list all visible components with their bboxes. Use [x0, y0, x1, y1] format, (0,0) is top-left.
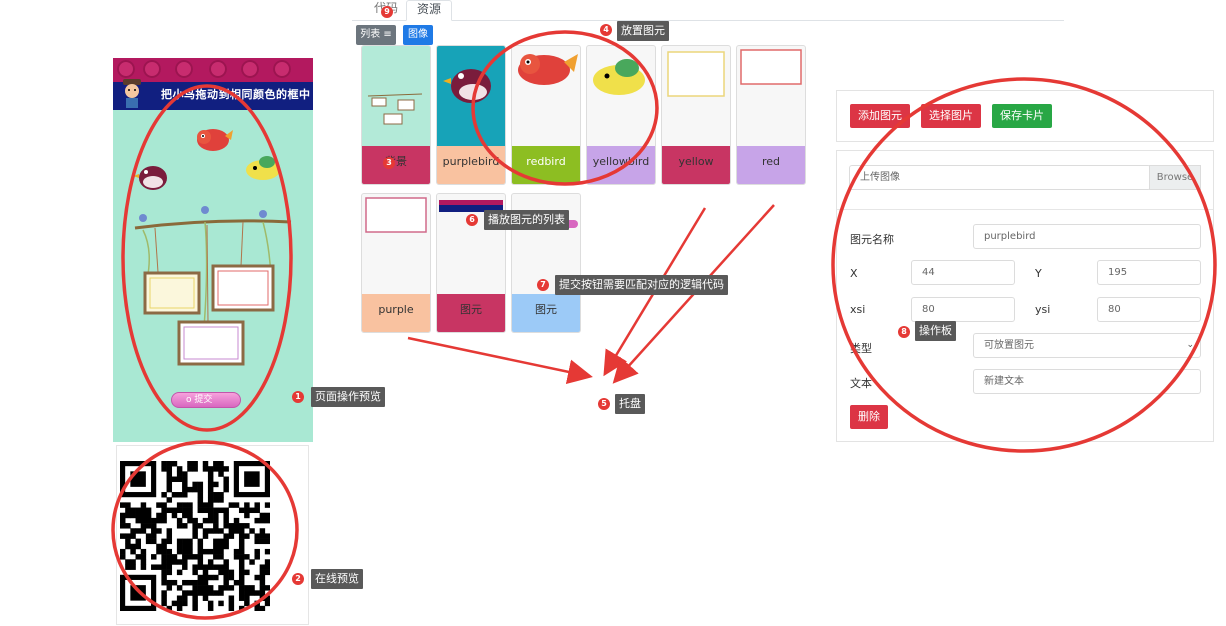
- yellow-bird-icon[interactable]: [246, 156, 280, 180]
- annotation-badge-1: 1: [292, 391, 304, 403]
- preview-title: 把小鸟拖动到相同颜色的框中: [161, 88, 311, 101]
- y-field[interactable]: 195: [1097, 260, 1201, 285]
- purple-frame-thumbnail: [365, 197, 427, 233]
- annotation-tooltip-7: 提交按钮需要匹配对应的逻辑代码: [555, 275, 728, 295]
- purple-bird-thumbnail: [437, 46, 505, 146]
- purple-bird-icon[interactable]: [133, 166, 167, 190]
- x-field[interactable]: 44: [911, 260, 1015, 285]
- y-label: Y: [1035, 267, 1042, 280]
- preview-header: 把小鸟拖动到相同颜色的框中: [113, 58, 313, 110]
- card-label: purple: [362, 294, 430, 332]
- card-purplebird[interactable]: purplebird: [436, 45, 506, 185]
- type-select-value: 可放置图元: [984, 340, 1034, 351]
- ysi-field[interactable]: 80: [1097, 297, 1201, 322]
- add-element-button[interactable]: 添加图元: [850, 104, 910, 128]
- annotation-badge-9: 9: [381, 6, 393, 18]
- card-label: yellow: [662, 146, 730, 184]
- card-label: redbird: [512, 146, 580, 184]
- card-yellow[interactable]: yellow: [661, 45, 731, 185]
- annotation-tooltip-4: 放置图元: [617, 21, 669, 41]
- upload-image-input[interactable]: 上传图像: [849, 165, 1151, 190]
- xsi-label: xsi: [850, 303, 866, 316]
- browse-button[interactable]: Browse: [1149, 165, 1201, 190]
- child-avatar-icon: [123, 79, 141, 108]
- red-frame: [211, 264, 275, 312]
- qr-code-icon: [120, 461, 270, 611]
- red-bird-icon[interactable]: [197, 129, 233, 151]
- chevron-down-icon: ⌄: [1186, 340, 1194, 350]
- property-panel: [836, 150, 1214, 442]
- red-frame-thumbnail: [740, 49, 802, 85]
- card-label: purplebird: [437, 146, 505, 184]
- card-background[interactable]: 背景: [361, 45, 431, 185]
- delete-button[interactable]: 删除: [850, 405, 888, 429]
- card-label: 图元: [512, 294, 580, 332]
- x-label: X: [850, 267, 858, 280]
- type-label: 类型: [850, 342, 872, 355]
- card-red[interactable]: red: [736, 45, 806, 185]
- annotation-badge-2: 2: [292, 573, 304, 585]
- ysi-label: ysi: [1035, 303, 1051, 316]
- annotation-tooltip-1: 页面操作预览: [311, 387, 385, 407]
- select-image-button[interactable]: 选择图片: [921, 104, 981, 128]
- annotation-tooltip-8: 操作板: [915, 321, 956, 341]
- header-thumbnail: [439, 200, 503, 212]
- background-thumbnail: [362, 46, 430, 146]
- annotation-badge-7: 7: [537, 279, 549, 291]
- annotation-badge-6: 6: [466, 214, 478, 226]
- yellow-frame: [143, 271, 201, 315]
- tab-resources[interactable]: 资源: [406, 0, 453, 21]
- text-field[interactable]: 新建文本: [973, 369, 1201, 394]
- element-name-field[interactable]: purplebird: [973, 224, 1201, 249]
- panel-divider: [837, 209, 1213, 210]
- text-label: 文本: [850, 377, 872, 390]
- card-yellowbird[interactable]: yellowbird: [586, 45, 656, 185]
- annotation-badge-4: 4: [600, 24, 612, 36]
- xsi-field[interactable]: 80: [911, 297, 1015, 322]
- yellow-frame-thumbnail: [667, 51, 725, 97]
- list-view-button[interactable]: 列表 ≡: [356, 25, 396, 45]
- page-preview: 把小鸟拖动到相同颜色的框中 o 提交: [113, 58, 313, 442]
- card-label: red: [737, 146, 805, 184]
- card-label: 图元: [437, 294, 505, 332]
- image-view-button[interactable]: 图像: [403, 25, 433, 45]
- save-card-button[interactable]: 保存卡片: [992, 104, 1052, 128]
- type-select[interactable]: 可放置图元 ⌄: [973, 333, 1201, 358]
- arrow-cards-to-tray: [407, 336, 593, 385]
- annotation-tooltip-2: 在线预览: [311, 569, 363, 589]
- card-purple[interactable]: purple: [361, 193, 431, 333]
- preview-submit-button[interactable]: o 提交: [171, 392, 241, 408]
- annotation-badge-5: 5: [598, 398, 610, 410]
- annotation-tooltip-5: 托盘: [615, 394, 645, 414]
- yellow-bird-thumbnail: [593, 59, 645, 95]
- annotation-tooltip-6: 播放图元的列表: [484, 210, 569, 230]
- qr-code-panel: [116, 445, 309, 625]
- card-label: 背景: [362, 146, 430, 184]
- purple-frame: [177, 320, 245, 366]
- element-name-label: 图元名称: [850, 233, 894, 246]
- annotation-badge-8: 8: [898, 326, 910, 338]
- red-bird-thumbnail: [518, 54, 578, 85]
- resource-tabs: 代码 资源: [352, 0, 1064, 21]
- card-label: yellowbird: [587, 146, 655, 184]
- annotation-badge-3: 3: [383, 157, 395, 169]
- card-redbird[interactable]: redbird: [511, 45, 581, 185]
